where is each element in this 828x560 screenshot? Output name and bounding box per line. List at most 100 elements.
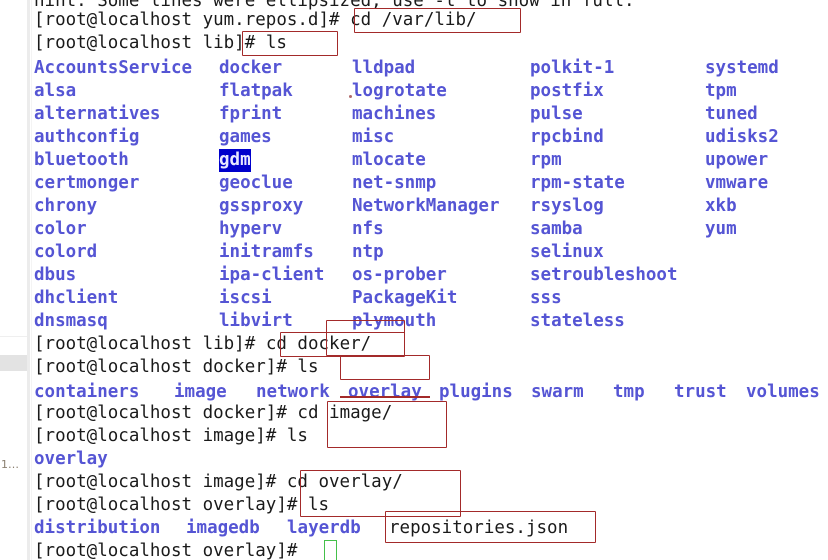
list-item[interactable]: colord <box>34 241 97 264</box>
list-item[interactable]: tmp <box>613 381 645 404</box>
command-text-7: cd overlay/ <box>286 472 403 492</box>
list-item[interactable]: polkit-1 <box>530 57 614 80</box>
list-item[interactable]: AccountsService <box>34 57 192 80</box>
list-item[interactable]: layerdb <box>287 517 361 540</box>
list-item[interactable]: certmonger <box>34 172 139 195</box>
list-item-selected[interactable]: gdm <box>219 149 251 172</box>
list-item[interactable]: bluetooth <box>34 149 129 172</box>
list-item[interactable]: stateless <box>530 310 625 333</box>
gutter-line-marker: 1… <box>1 458 19 471</box>
list-item[interactable]: libvirt <box>219 310 293 333</box>
list-item[interactable]: trust <box>674 381 727 404</box>
list-item[interactable]: PackageKit <box>352 287 457 310</box>
prompt-text-2: [root@localhost lib]# <box>34 33 256 53</box>
list-item[interactable]: plymouth <box>352 310 436 333</box>
gutter-band-top-edge <box>0 336 27 337</box>
list-item[interactable]: tuned <box>705 103 758 126</box>
list-item[interactable]: containers <box>34 381 139 404</box>
prompt-text-1: [root@localhost yum.repos.d]# <box>34 10 340 30</box>
list-item[interactable]: rpm <box>530 149 562 172</box>
list-item[interactable]: games <box>219 126 272 149</box>
list-item[interactable]: mlocate <box>352 149 426 172</box>
list-item[interactable]: image <box>174 381 227 404</box>
list-item-file[interactable]: repositories.json <box>389 517 568 540</box>
list-item[interactable]: dhclient <box>34 287 118 310</box>
gutter-highlight-band <box>0 355 27 371</box>
terminal-window[interactable]: 1… hint: Some lines were ellipsized, use… <box>0 0 828 560</box>
list-item[interactable]: samba <box>530 218 583 241</box>
list-item[interactable]: pulse <box>530 103 583 126</box>
list-item[interactable]: volumes <box>746 381 820 404</box>
prompt-text-6: [root@localhost image]# <box>34 426 277 446</box>
list-item[interactable]: alsa <box>34 80 76 103</box>
text-cursor <box>324 540 337 560</box>
list-item[interactable]: udisks2 <box>705 126 779 149</box>
list-item[interactable]: overlay <box>34 448 108 471</box>
list-item[interactable]: swarm <box>531 381 584 404</box>
prompt-text-9: [root@localhost overlay]# <box>34 541 298 560</box>
list-item[interactable]: rpm-state <box>530 172 625 195</box>
prompt-text-3: [root@localhost lib]# <box>34 334 256 354</box>
prompt-text-7: [root@localhost image]# <box>34 472 277 492</box>
list-item[interactable]: postfix <box>530 80 604 103</box>
list-item[interactable]: ipa-client <box>219 264 324 287</box>
list-item[interactable]: plugins <box>439 381 513 404</box>
list-item[interactable]: chrony <box>34 195 97 218</box>
prompt-line-active[interactable]: [root@localhost overlay]# <box>34 540 308 560</box>
list-item[interactable]: NetworkManager <box>352 195 500 218</box>
prompt-line-2: [root@localhost lib]# ls <box>34 32 287 55</box>
list-item[interactable]: dnsmasq <box>34 310 108 333</box>
list-item[interactable]: docker <box>219 57 282 80</box>
prompt-line-1: [root@localhost yum.repos.d]# cd /var/li… <box>34 9 477 32</box>
list-item[interactable]: xkb <box>705 195 737 218</box>
stray-dot-mark <box>349 95 352 98</box>
list-item[interactable]: distribution <box>34 517 160 540</box>
prompt-text-8: [root@localhost overlay]# <box>34 495 298 515</box>
list-item[interactable]: setroubleshoot <box>530 264 678 287</box>
list-item[interactable]: misc <box>352 126 394 149</box>
list-item[interactable]: authconfig <box>34 126 139 149</box>
list-item[interactable]: lldpad <box>352 57 415 80</box>
prompt-line-7: [root@localhost image]# cd overlay/ <box>34 471 403 494</box>
prompt-text-5: [root@localhost docker]# <box>34 403 287 423</box>
list-item[interactable]: gssproxy <box>219 195 303 218</box>
left-gutter <box>0 0 27 560</box>
command-text-5: cd image/ <box>297 403 393 423</box>
list-item[interactable]: initramfs <box>219 241 314 264</box>
list-item[interactable]: logrotate <box>352 80 447 103</box>
list-item[interactable]: yum <box>705 218 737 241</box>
list-item[interactable]: fprint <box>219 103 282 126</box>
list-item[interactable]: systemd <box>705 57 779 80</box>
prompt-line-8: [root@localhost overlay]# ls <box>34 494 329 517</box>
list-item[interactable]: tpm <box>705 80 737 103</box>
list-item[interactable]: hyperv <box>219 218 282 241</box>
prompt-line-6: [root@localhost image]# ls <box>34 425 308 448</box>
prompt-line-4: [root@localhost docker]# ls <box>34 356 319 379</box>
list-item[interactable]: alternatives <box>34 103 160 126</box>
list-item[interactable]: sss <box>530 287 562 310</box>
list-item[interactable]: geoclue <box>219 172 293 195</box>
list-item[interactable]: os-prober <box>352 264 447 287</box>
prompt-line-5: [root@localhost docker]# cd image/ <box>34 402 392 425</box>
terminal-output[interactable]: hint: Some lines were ellipsized, use -l… <box>34 0 828 560</box>
list-item[interactable]: overlay <box>348 381 422 404</box>
list-item[interactable]: rsyslog <box>530 195 604 218</box>
list-item[interactable]: network <box>256 381 330 404</box>
list-item[interactable]: machines <box>352 103 436 126</box>
list-item[interactable]: imagedb <box>186 517 260 540</box>
list-item[interactable]: ntp <box>352 241 384 264</box>
command-text-4: ls <box>297 357 319 377</box>
command-text-3: cd docker/ <box>265 334 372 354</box>
command-text-1: cd /var/lib/ <box>350 10 477 30</box>
list-item[interactable]: flatpak <box>219 80 293 103</box>
list-item[interactable]: vmware <box>705 172 768 195</box>
prompt-text-4: [root@localhost docker]# <box>34 357 287 377</box>
list-item[interactable]: nfs <box>352 218 384 241</box>
list-item[interactable]: iscsi <box>219 287 272 310</box>
list-item[interactable]: selinux <box>530 241 604 264</box>
list-item[interactable]: dbus <box>34 264 76 287</box>
list-item[interactable]: color <box>34 218 87 241</box>
list-item[interactable]: upower <box>705 149 768 172</box>
list-item[interactable]: net-snmp <box>352 172 436 195</box>
list-item[interactable]: rpcbind <box>530 126 604 149</box>
